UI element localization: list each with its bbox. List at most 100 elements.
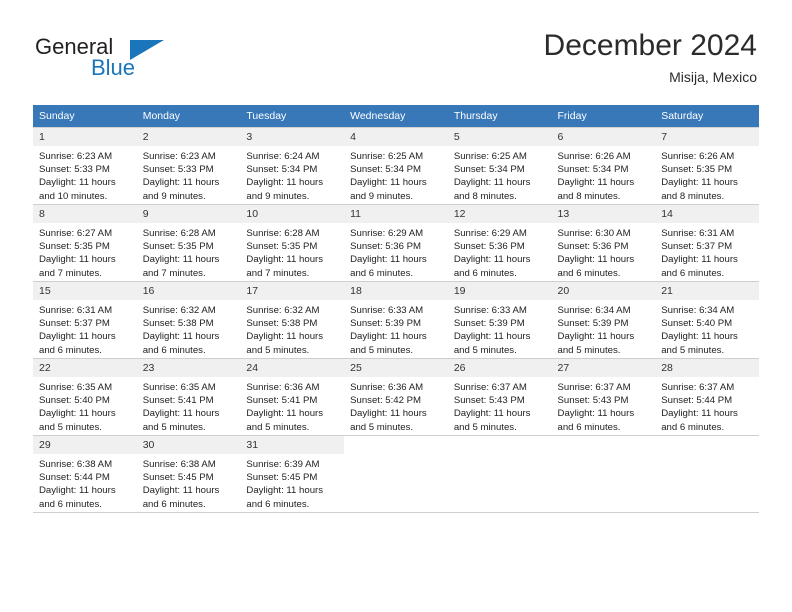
day-sunset-text: Sunset: 5:44 PM bbox=[39, 472, 110, 484]
day-daylight1-text: Daylight: 11 hours bbox=[246, 331, 324, 343]
day-detail-block: Sunrise: 6:23 AM Sunset: 5:33 PM Daylight:… bbox=[33, 146, 137, 203]
calendar-day-cell[interactable]: 23 Sunrise: 6:35 AM Sunset: 5:41 PM Dayligh… bbox=[136, 358, 241, 436]
day-daylight2-text: and 5 minutes. bbox=[246, 421, 310, 433]
day-sunset-text: Sunset: 5:33 PM bbox=[142, 164, 214, 176]
day-daylight2-text: and 6 minutes. bbox=[661, 267, 725, 279]
day-daylight2-text: and 10 minutes. bbox=[39, 190, 108, 202]
day-daylight1-text: Daylight: 11 hours bbox=[39, 408, 116, 420]
calendar-day-cell[interactable]: 1 Sunrise: 6:23 AM Sunset: 5:33 PM Daylight… bbox=[33, 127, 137, 205]
day-daylight2-text: and 6 minutes. bbox=[557, 421, 621, 433]
day-detail-block: Sunrise: 6:36 AM Sunset: 5:42 PM Daylight:… bbox=[344, 377, 448, 434]
calendar-day-cell[interactable]: 4 Sunrise: 6:25 AM Sunset: 5:34 PM Daylight… bbox=[344, 127, 448, 205]
day-sunrise-text: Sunrise: 6:36 AM bbox=[246, 382, 320, 393]
day-detail-block: Sunrise: 6:33 AM Sunset: 5:39 PM Daylight:… bbox=[344, 300, 448, 357]
calendar-day-cell[interactable]: 20 Sunrise: 6:34 AM Sunset: 5:39 PM Dayligh… bbox=[551, 281, 656, 359]
calendar-day-cell[interactable]: 2 Sunrise: 6:23 AM Sunset: 5:33 PM Daylight… bbox=[136, 127, 241, 205]
calendar-day-cell[interactable]: 10 Sunrise: 6:28 AM Sunset: 5:35 PM Dayligh… bbox=[240, 204, 345, 282]
brand-logo[interactable]: General Blue bbox=[35, 35, 245, 87]
day-daylight2-text: and 5 minutes. bbox=[142, 421, 206, 433]
day-daylight2-text: and 7 minutes. bbox=[39, 267, 102, 279]
day-sunrise-text: Sunrise: 6:29 AM bbox=[350, 228, 424, 239]
calendar-day-cell[interactable]: 6 Sunrise: 6:26 AM Sunset: 5:34 PM Daylight… bbox=[551, 127, 656, 205]
day-number: 28 bbox=[655, 359, 759, 377]
calendar-week-row: 8 Sunrise: 6:27 AM Sunset: 5:35 PM Daylight… bbox=[33, 204, 759, 282]
calendar-day-cell[interactable]: 30 Sunrise: 6:38 AM Sunset: 5:45 PM Dayligh… bbox=[136, 435, 241, 513]
day-daylight1-text: Daylight: 11 hours bbox=[557, 254, 635, 266]
calendar-day-cell[interactable]: 16 Sunrise: 6:32 AM Sunset: 5:38 PM Dayligh… bbox=[136, 281, 241, 359]
day-detail-block: Sunrise: 6:24 AM Sunset: 5:34 PM Daylight:… bbox=[240, 146, 344, 203]
calendar-day-cell[interactable]: 28 Sunrise: 6:37 AM Sunset: 5:44 PM Dayligh… bbox=[655, 358, 759, 436]
calendar-day-cell[interactable]: 7 Sunrise: 6:26 AM Sunset: 5:35 PM Daylight… bbox=[655, 127, 759, 205]
calendar-day-cell[interactable]: 26 Sunrise: 6:37 AM Sunset: 5:43 PM Dayligh… bbox=[447, 358, 552, 436]
day-daylight1-text: Daylight: 11 hours bbox=[142, 408, 220, 420]
calendar-day-cell[interactable]: 29 Sunrise: 6:38 AM Sunset: 5:44 PM Dayligh… bbox=[33, 435, 137, 513]
day-number: 12 bbox=[447, 205, 552, 223]
day-sunrise-text: Sunrise: 6:38 AM bbox=[142, 459, 216, 470]
calendar-day-cell[interactable]: 27 Sunrise: 6:37 AM Sunset: 5:43 PM Dayligh… bbox=[551, 358, 656, 436]
day-number: 25 bbox=[344, 359, 448, 377]
calendar-day-cell[interactable]: 21 Sunrise: 6:34 AM Sunset: 5:40 PM Dayligh… bbox=[655, 281, 759, 359]
calendar-day-cell[interactable]: 22 Sunrise: 6:35 AM Sunset: 5:40 PM Dayligh… bbox=[33, 358, 137, 436]
calendar-day-cell[interactable]: 24 Sunrise: 6:36 AM Sunset: 5:41 PM Dayligh… bbox=[240, 358, 345, 436]
day-number: 17 bbox=[240, 282, 345, 300]
day-sunset-text: Sunset: 5:37 PM bbox=[39, 318, 110, 330]
calendar-day-cell-empty bbox=[551, 435, 656, 513]
day-daylight1-text: Daylight: 11 hours bbox=[661, 331, 738, 343]
day-number bbox=[344, 436, 448, 454]
day-daylight2-text: and 6 minutes. bbox=[661, 421, 725, 433]
day-daylight1-text: Daylight: 11 hours bbox=[557, 331, 635, 343]
day-daylight1-text: Daylight: 11 hours bbox=[39, 485, 116, 497]
day-number: 21 bbox=[655, 282, 759, 300]
calendar-day-cell[interactable]: 15 Sunrise: 6:31 AM Sunset: 5:37 PM Dayligh… bbox=[33, 281, 137, 359]
day-detail-block: Sunrise: 6:29 AM Sunset: 5:36 PM Daylight:… bbox=[448, 223, 552, 280]
calendar-day-cell[interactable]: 25 Sunrise: 6:36 AM Sunset: 5:42 PM Dayligh… bbox=[344, 358, 448, 436]
weekday-header-saturday: Saturday bbox=[655, 105, 759, 128]
day-sunrise-text: Sunrise: 6:32 AM bbox=[246, 305, 320, 316]
title-block: December 2024 Misija, Mexico bbox=[544, 28, 757, 86]
day-daylight1-text: Daylight: 11 hours bbox=[453, 177, 531, 189]
calendar-day-cell[interactable]: 12 Sunrise: 6:29 AM Sunset: 5:36 PM Dayligh… bbox=[447, 204, 552, 282]
calendar-day-cell[interactable]: 17 Sunrise: 6:32 AM Sunset: 5:38 PM Dayligh… bbox=[240, 281, 345, 359]
day-sunrise-text: Sunrise: 6:37 AM bbox=[453, 382, 527, 393]
day-sunset-text: Sunset: 5:40 PM bbox=[661, 318, 733, 330]
day-sunset-text: Sunset: 5:39 PM bbox=[557, 318, 629, 330]
calendar-day-cell[interactable]: 13 Sunrise: 6:30 AM Sunset: 5:36 PM Dayligh… bbox=[551, 204, 656, 282]
day-daylight1-text: Daylight: 11 hours bbox=[246, 254, 324, 266]
calendar-day-cell[interactable]: 9 Sunrise: 6:28 AM Sunset: 5:35 PM Daylight… bbox=[136, 204, 241, 282]
day-number: 18 bbox=[344, 282, 448, 300]
day-number: 8 bbox=[33, 205, 137, 223]
day-detail-block: Sunrise: 6:31 AM Sunset: 5:37 PM Daylight:… bbox=[33, 300, 137, 357]
day-detail-block: Sunrise: 6:26 AM Sunset: 5:35 PM Daylight:… bbox=[655, 146, 759, 203]
day-detail-block: Sunrise: 6:34 AM Sunset: 5:39 PM Daylight:… bbox=[552, 300, 656, 357]
calendar-day-cell[interactable]: 19 Sunrise: 6:33 AM Sunset: 5:39 PM Dayligh… bbox=[447, 281, 552, 359]
day-sunset-text: Sunset: 5:37 PM bbox=[661, 241, 733, 253]
day-sunrise-text: Sunrise: 6:35 AM bbox=[39, 382, 113, 393]
calendar-week-row: 1 Sunrise: 6:23 AM Sunset: 5:33 PM Daylight… bbox=[33, 127, 759, 205]
day-sunrise-text: Sunrise: 6:23 AM bbox=[39, 151, 113, 162]
day-number bbox=[551, 436, 656, 454]
day-number: 26 bbox=[447, 359, 552, 377]
day-daylight1-text: Daylight: 11 hours bbox=[453, 408, 531, 420]
day-sunrise-text: Sunrise: 6:34 AM bbox=[661, 305, 735, 316]
calendar-day-cell[interactable]: 11 Sunrise: 6:29 AM Sunset: 5:36 PM Dayligh… bbox=[344, 204, 448, 282]
day-detail-block: Sunrise: 6:28 AM Sunset: 5:35 PM Daylight:… bbox=[240, 223, 344, 280]
day-sunrise-text: Sunrise: 6:31 AM bbox=[661, 228, 735, 239]
day-daylight1-text: Daylight: 11 hours bbox=[453, 254, 531, 266]
day-sunset-text: Sunset: 5:40 PM bbox=[39, 395, 110, 407]
day-number: 5 bbox=[447, 128, 552, 146]
day-daylight1-text: Daylight: 11 hours bbox=[142, 254, 220, 266]
day-daylight1-text: Daylight: 11 hours bbox=[142, 331, 220, 343]
calendar-day-cell[interactable]: 31 Sunrise: 6:39 AM Sunset: 5:45 PM Dayligh… bbox=[240, 435, 345, 513]
calendar-day-cell[interactable]: 5 Sunrise: 6:25 AM Sunset: 5:34 PM Daylight… bbox=[447, 127, 552, 205]
day-daylight2-text: and 9 minutes. bbox=[350, 190, 414, 202]
calendar-day-cell[interactable]: 18 Sunrise: 6:33 AM Sunset: 5:39 PM Dayligh… bbox=[344, 281, 448, 359]
day-daylight2-text: and 9 minutes. bbox=[142, 190, 206, 202]
day-daylight2-text: and 5 minutes. bbox=[453, 344, 517, 356]
calendar-day-cell[interactable]: 3 Sunrise: 6:24 AM Sunset: 5:34 PM Daylight… bbox=[240, 127, 345, 205]
day-sunrise-text: Sunrise: 6:31 AM bbox=[39, 305, 113, 316]
day-daylight1-text: Daylight: 11 hours bbox=[39, 177, 116, 189]
calendar-day-cell[interactable]: 14 Sunrise: 6:31 AM Sunset: 5:37 PM Dayligh… bbox=[655, 204, 759, 282]
calendar-body: 1 Sunrise: 6:23 AM Sunset: 5:33 PM Daylight… bbox=[33, 127, 759, 513]
calendar-table: Sunday Monday Tuesday Wednesday Thursday… bbox=[33, 105, 759, 513]
calendar-day-cell[interactable]: 8 Sunrise: 6:27 AM Sunset: 5:35 PM Daylight… bbox=[33, 204, 137, 282]
